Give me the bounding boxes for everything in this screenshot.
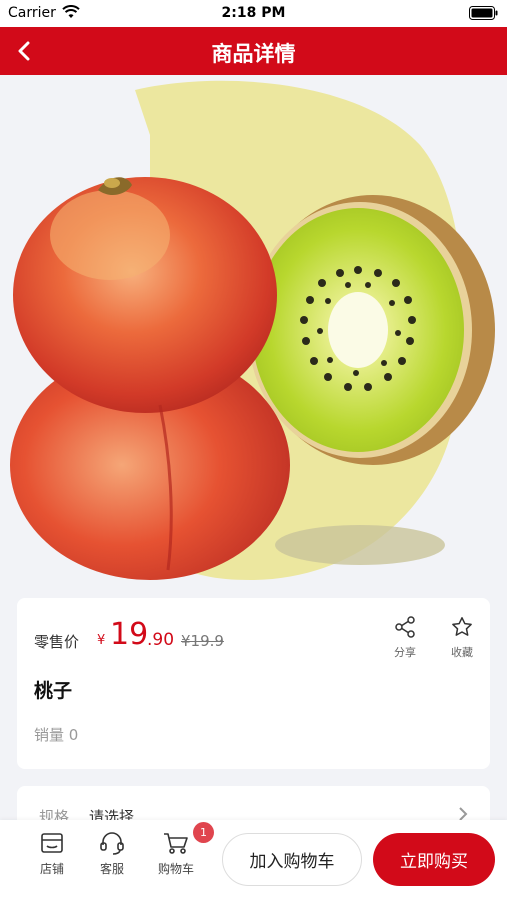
tab-service-label: 客服 xyxy=(99,862,124,876)
share-button[interactable]: 分享 xyxy=(385,616,425,659)
store-icon xyxy=(41,833,63,853)
headset-icon xyxy=(100,832,124,855)
page-title: 商品详情 xyxy=(211,42,296,66)
product-info-card: 零售价 ¥ 19 .90 ¥19.9 分享 收藏 桃子 销量 0 xyxy=(17,598,490,769)
favorite-button[interactable]: 收藏 xyxy=(442,616,482,659)
star-icon xyxy=(452,617,472,636)
sales-count: 销量 0 xyxy=(34,724,78,745)
original-price: ¥19.9 xyxy=(181,632,224,650)
tab-store[interactable]: 店铺 xyxy=(27,830,77,877)
tab-service[interactable]: 客服 xyxy=(87,830,137,877)
back-button[interactable] xyxy=(6,33,42,69)
cart-badge: 1 xyxy=(193,822,214,843)
chevron-left-icon xyxy=(18,41,30,61)
share-icon xyxy=(395,616,415,638)
status-bar: Carrier 2:18 PM xyxy=(0,0,507,27)
peach-kiwi-illustration xyxy=(10,80,495,581)
share-label: 分享 xyxy=(394,646,416,659)
favorite-label: 收藏 xyxy=(451,646,473,659)
price-integer: 19 xyxy=(110,617,149,652)
tab-store-label: 店铺 xyxy=(39,862,64,876)
cart-icon xyxy=(164,833,188,854)
product-image xyxy=(0,75,507,585)
product-name: 桃子 xyxy=(34,680,73,702)
price-label: 零售价 xyxy=(34,633,80,651)
tab-cart-label: 购物车 xyxy=(157,862,194,876)
sales-label: 销量 xyxy=(34,726,65,744)
sales-value: 0 xyxy=(68,726,79,744)
currency-symbol: ¥ xyxy=(97,633,106,648)
nav-bar: 商品详情 xyxy=(0,27,507,75)
add-to-cart-button[interactable]: 加入购物车 xyxy=(222,833,362,886)
status-time: 2:18 PM xyxy=(221,5,286,21)
buy-now-button[interactable]: 立即购买 xyxy=(373,833,495,886)
battery-icon xyxy=(469,6,498,20)
price-decimal: .90 xyxy=(147,630,175,650)
